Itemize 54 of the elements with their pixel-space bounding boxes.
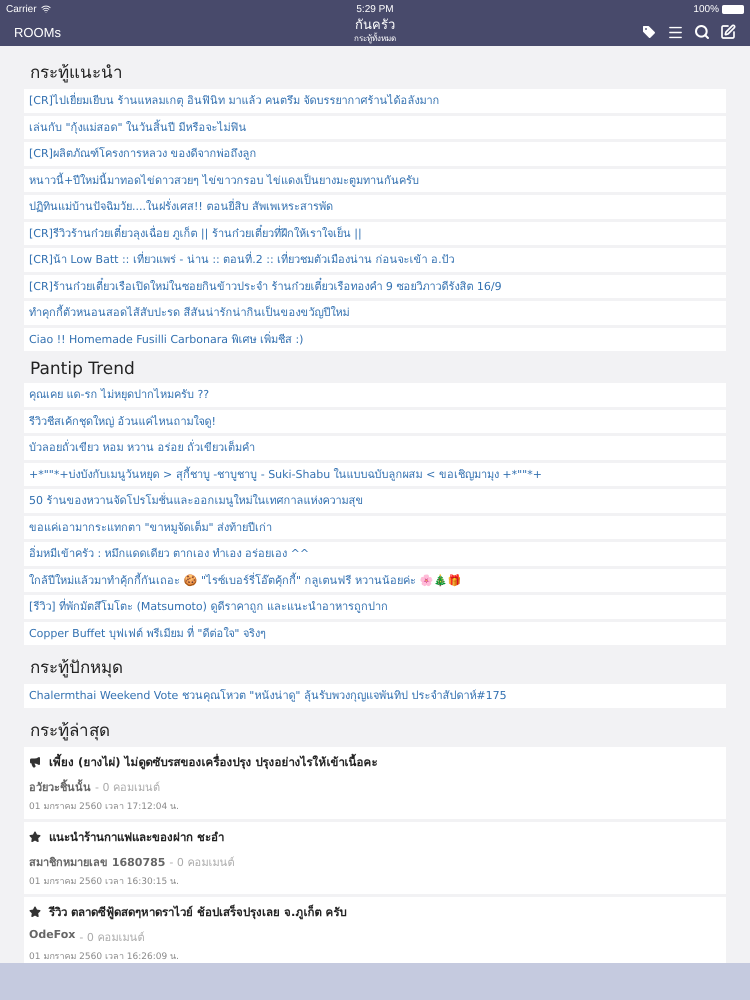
section-heading: กระทู้ปักหมุด (29, 657, 124, 680)
section-heading: กระทู้แนะนำ (29, 62, 124, 85)
post-card[interactable]: รีวิว ตลาดซีฟู้ดสดๆหาดราไวย์ ช้อปเสร็จปรุงเลย จ.ภูเก็ต ครับ OdeFox - 0 คอมเมนต์ 01 มกราคม 2560 เวลา 16:26:09 น. (24, 896, 726, 963)
post-date: 01 มกราคม 2560 เวลา 16:30:15 น. (29, 876, 180, 888)
star-icon (29, 906, 41, 918)
section-heading: Pantip Trend (29, 358, 136, 381)
section-heading: กระทู้ล่าสุด (29, 720, 111, 742)
post-title[interactable]: แนะนำร้านกาแฟและของฝาก ชะอำ (49, 828, 224, 846)
search-icon[interactable] (694, 24, 710, 40)
topic-link[interactable]: Ciao !! Homemade Fusilli Carbonara พิเศษ เพิ่มชีส :) (24, 328, 726, 351)
topic-link[interactable]: [CR]ผลิตภัณฑ์โครงการหลวง ของดีจากพ่อถึงลูก (24, 142, 726, 166)
topic-link[interactable]: ใกล้ปีใหม่แล้วมาทำคุ้กกี้กันเถอะ 🍪 "ไรซ์เบอร์รี่โอ๊ตคุ้กกี้" กลูเตนฟรี หวานน้อยค่ะ 🌸🎄🎁 (24, 568, 726, 592)
nav-title: กันครัว (355, 18, 395, 33)
post-author[interactable]: OdeFox (29, 928, 76, 946)
topic-link[interactable]: อิ่มหมีเข้าครัว : หมึกแดดเดียว ตากเอง ทำเอง อร่อยเอง ^^ (24, 542, 726, 566)
comment-count: - 0 คอมเมนต์ (169, 854, 234, 870)
topic-link[interactable]: [CR]ไปเยี่ยมเยีบน ร้านแหลมเกตุ อินฟินิท มาแล้ว คนตรึม จัดบรรยากาศร้านได้อลังมาก (24, 89, 726, 112)
topic-link[interactable]: ปฏิทินแม่บ้านปัจฉิมวัย....ในฝรั่งเศส!! ตอนยี่สิบ สัพเพเหระสารพัด (24, 195, 726, 218)
topic-link[interactable]: [CR]ร้านก๋วยเตี๋ยวเรือเปิดใหม่ในซอยกินข้าวประจำ ร้านก๋วยเตี๋ยวเรือทองคำ 9 ซอยวิภาวดีรังสิต 16/9 (24, 274, 726, 298)
post-author[interactable]: อวัยวะชิ้นนั้น (29, 778, 91, 796)
topic-link[interactable]: 50 ร้านของหวานจัดโปรโมชั่นและออกเมนูใหม่ในเทศกาลแห่งความสุข (24, 489, 726, 512)
topic-link[interactable]: [รีวิว] ที่พักมัตสึโมโตะ (Matsumoto) ดูดีราคาถูก และแนะนำอาหารถูกปาก (24, 595, 726, 618)
comment-count: - 0 คอมเมนต์ (95, 780, 160, 796)
post-card[interactable]: แนะนำร้านกาแฟและของฝาก ชะอำ สมาชิกหมายเลข 1680785 - 0 คอมเมนต์ 01 มกราคม 2560 เวลา 16:30:15 น. (24, 822, 726, 894)
post-title[interactable]: เพี้ยง (ยางไผ่) ไม่ดูดซับรสของเครื่องปรุง ปรุงอย่างไรให้เข้าเนื้อคะ (49, 752, 378, 770)
topic-link[interactable]: เล่นกับ "กุ้งแม่สอด" ในวันสิ้นปี มีหรือจะไม่ฟิน (24, 116, 726, 139)
topic-link[interactable]: [CR]น้า Low Batt :: เที่ยวแพร่ - น่าน :: ตอนที่.2 :: เที่ยวชมตัวเมืองน่าน ก่อนจะเข้า อ.ปัว (24, 248, 726, 272)
tag-icon[interactable] (641, 24, 657, 40)
post-card[interactable]: เพี้ยง (ยางไผ่) ไม่ดูดซับรสของเครื่องปรุง ปรุงอย่างไรให้เข้าเนื้อคะ อวัยวะชิ้นนั้น - 0 คอมเมนต์ 01 มกราคม 2560 เวลา 17:12:04 น. (24, 746, 726, 818)
topic-link[interactable]: +*""*+บ่งบังกับเมนูวันหยุด > สุกี้ชาบู -ชาบูชาบู - Suki-Shabu ในแบบฉบับลูกผสม < ขอเชิญมามุง +*""*+ (24, 462, 726, 486)
post-date: 01 มกราคม 2560 เวลา 16:26:09 น. (29, 950, 180, 962)
megaphone-icon (29, 756, 41, 768)
nav-subtitle: กระทู้ทั้งหมด (354, 34, 396, 44)
topic-link[interactable]: [CR]รีวิวร้านก๋วยเตี๋ยวลุงเฉื่อย ภูเก็ต || ร้านก๋วยเตี๋ยวที่ฝึกให้เราใจเย็น || (24, 222, 726, 245)
topic-link[interactable]: รีวิวชีสเค้กชุดใหญ่ อ้วนแค่ไหนถามใจดู! (24, 410, 726, 433)
topic-link[interactable]: บัวลอยถั่วเขียว หอม หวาน อร่อย ถั่วเขียวเต็มคำ (24, 436, 726, 460)
comment-count: - 0 คอมเมนต์ (79, 930, 144, 946)
post-title[interactable]: รีวิว ตลาดซีฟู้ดสดๆหาดราไวย์ ช้อปเสร็จปรุงเลย จ.ภูเก็ต ครับ (49, 902, 346, 920)
carrier-label: Carrier (6, 4, 37, 14)
topic-link[interactable]: ทำคุกกี้ตัวหนอนสอดไส้สับปะรด สีสันน่ารักน่ากินเป็นของขวัญปีใหม่ (24, 301, 726, 324)
star-icon (29, 830, 41, 842)
post-date: 01 มกราคม 2560 เวลา 17:12:04 น. (29, 800, 180, 812)
topic-link[interactable]: Chalermthai Weekend Vote ชวนคุณโหวต "หนังน่าดู" ลุ้นรับพวงกุญแจพันทิป ประจำสัปดาห์#175 (24, 684, 726, 708)
wifi-icon (40, 4, 51, 14)
battery-icon (722, 4, 744, 14)
clock: 5:29 PM (356, 4, 394, 14)
topic-link[interactable]: คุณเคย แด-รก ไม่หยุดปากไหมครับ ?? (24, 383, 726, 406)
compose-icon[interactable] (720, 24, 736, 40)
post-author[interactable]: สมาชิกหมายเลข 1680785 (29, 852, 166, 870)
topic-link[interactable]: ขอแค่เอามากระแทกตา "ขาหมูจัดเต็ม" ส่งท้ายปีเก่า (24, 516, 726, 539)
topic-link[interactable]: Copper Buffet บุฟเฟต์ พรีเมียม ที่ "ดีต่อใจ" จริงๆ (24, 622, 726, 645)
battery-percent: 100% (693, 4, 719, 14)
rooms-back-link[interactable]: ROOMs (14, 24, 61, 40)
topic-link[interactable]: หนาวนี้+ปีใหม่นี้มาทอดไข่ดาวสวยๆ ไข่ขาวกรอบ ไข่แดงเป็นยางมะตูมทานกันครับ (24, 168, 726, 192)
